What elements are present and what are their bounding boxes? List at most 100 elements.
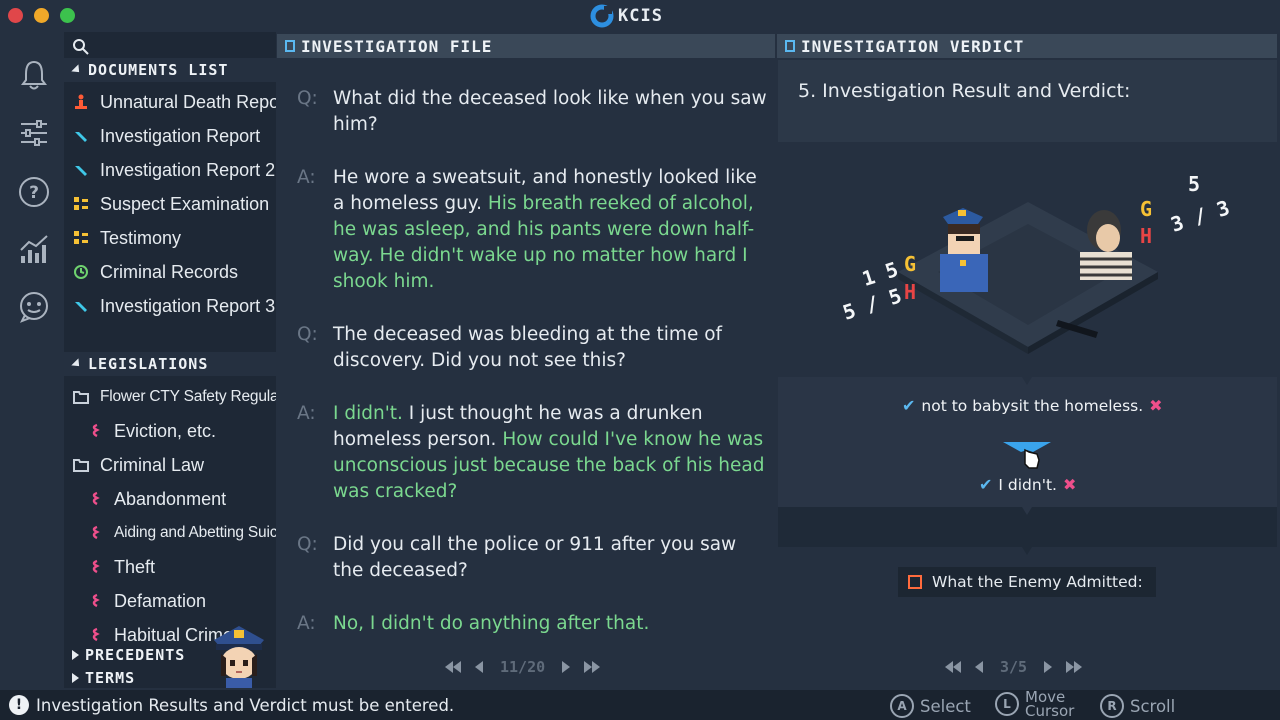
law-icon <box>92 627 100 642</box>
verdict-pager: 3/5 <box>940 658 1087 676</box>
document-item-icon <box>72 93 90 111</box>
document-item-label: Suspect Examination <box>100 193 270 214</box>
suspect-stat-top: 5 <box>1188 172 1201 196</box>
first-page-button[interactable] <box>440 658 466 676</box>
clock-icon <box>74 265 88 279</box>
qa-text: He wore a sweatsuit, and honestly looked… <box>333 165 767 295</box>
qa-text: What did the deceased look like when you… <box>333 86 767 138</box>
document-icon <box>785 40 795 52</box>
bell-icon[interactable] <box>17 58 51 92</box>
document-item[interactable]: Investigation Report 3 <box>72 291 275 321</box>
prev-page-button[interactable] <box>966 658 992 676</box>
investigation-file-panel: INVESTIGATION FILE Q: What did the deceas… <box>277 32 775 688</box>
document-item[interactable]: Unnatural Death Report <box>72 87 276 117</box>
last-page-button[interactable] <box>1061 658 1087 676</box>
legislation-folder[interactable]: Criminal Law <box>72 450 204 480</box>
close-window-button[interactable] <box>8 8 23 23</box>
law-icon <box>92 559 100 574</box>
investigation-verdict-panel: INVESTIGATION VERDICT 5. Investigation R… <box>777 32 1280 688</box>
documents-list-header[interactable]: DOCUMENTS LIST <box>64 58 276 82</box>
legislation-item-label: Eviction, etc. <box>114 420 217 441</box>
remove-icon[interactable]: ✖ <box>1063 475 1076 494</box>
document-item-icon <box>72 297 90 315</box>
folder-icon <box>73 459 89 472</box>
chat-icon[interactable] <box>17 290 51 324</box>
highlighted-text[interactable]: I didn't. <box>333 403 403 424</box>
qa-label: Q: <box>297 324 318 345</box>
legislation-item-icon <box>86 524 104 542</box>
plain-text: The deceased was bleeding at the time of… <box>333 324 723 371</box>
prev-page-icon <box>475 661 483 673</box>
checkbox-icon[interactable] <box>908 575 922 589</box>
document-item[interactable]: Investigation Report 2 <box>72 155 275 185</box>
first-page-button[interactable] <box>940 658 966 676</box>
enemy-admitted-field[interactable]: What the Enemy Admitted: <box>898 567 1156 597</box>
pen-icon <box>75 166 87 176</box>
confrontation-scene: 1 5 5 / 5 G H G H 5 3 / 3 <box>778 142 1277 377</box>
answer-entry: A: No, I didn't do anything after that. <box>297 611 767 637</box>
next-page-button[interactable] <box>1035 658 1061 676</box>
investigation-verdict-title: INVESTIGATION VERDICT <box>801 36 1025 56</box>
legislation-item-icon <box>86 626 104 644</box>
next-page-icon <box>562 661 571 673</box>
sliders-icon[interactable] <box>17 116 51 150</box>
legislation-item[interactable]: Theft <box>86 552 155 582</box>
question-entry: Q: The deceased was bleeding at the time … <box>297 322 767 374</box>
qa-label: A: <box>297 167 316 188</box>
qa-text: I didn't. I just thought he was a drunke… <box>333 401 767 505</box>
last-page-button[interactable] <box>579 658 605 676</box>
control-hint-label: Move Cursor <box>1025 688 1075 720</box>
pointer-arrow-icon <box>1022 547 1032 555</box>
help-icon[interactable]: ? <box>17 175 51 209</box>
control-hint-label: Scroll <box>1130 696 1176 716</box>
qa-text: Did you call the police or 911 after you… <box>333 532 767 584</box>
legislation-item[interactable]: Eviction, etc. <box>86 416 216 446</box>
document-item-label: Investigation Report 3 <box>100 295 276 316</box>
qa-label: A: <box>297 403 316 424</box>
check-icon[interactable]: ✔ <box>979 475 992 494</box>
investigation-file-header: INVESTIGATION FILE <box>277 34 775 58</box>
legislation-item-label: Defamation <box>114 590 207 611</box>
highlighted-text[interactable]: No, I didn't do anything after that. <box>333 613 649 634</box>
remove-icon[interactable]: ✖ <box>1149 396 1162 415</box>
legislations-header[interactable]: LEGISLATIONS <box>64 352 276 376</box>
answer-option-2-text: I didn't. <box>998 475 1057 494</box>
legislation-item[interactable]: Abandonment <box>86 484 226 514</box>
officer-h-label: H <box>904 280 917 304</box>
terms-title: TERMS <box>85 669 136 687</box>
prev-page-icon <box>975 661 983 673</box>
verdict-heading: 5. Investigation Result and Verdict: <box>798 80 1131 102</box>
check-icon[interactable]: ✔ <box>902 396 915 415</box>
officer-g-label: G <box>904 252 917 276</box>
answer-option-1[interactable]: ✔ not to babysit the homeless. ✖ <box>902 396 1163 415</box>
legislation-item-icon <box>86 558 104 576</box>
legislation-item[interactable]: Aiding and Abetting Suicide <box>86 518 276 548</box>
icon-rail: ? <box>0 32 64 688</box>
document-item[interactable]: Suspect Examination <box>72 189 269 219</box>
document-item-icon <box>72 127 90 145</box>
next-page-button[interactable] <box>553 658 579 676</box>
document-item-icon <box>72 195 90 213</box>
document-item-icon <box>72 161 90 179</box>
law-icon <box>92 423 100 438</box>
collapse-icon <box>71 64 83 76</box>
sidebar: DOCUMENTS LIST Unnatural Death Report Inv… <box>64 32 276 688</box>
prev-page-button[interactable] <box>466 658 492 676</box>
legislation-item[interactable]: Defamation <box>86 586 206 616</box>
search-icon[interactable] <box>72 38 90 56</box>
answer-option-2[interactable]: ✔ I didn't. ✖ <box>979 475 1076 494</box>
legislation-item-label: Criminal Law <box>100 454 205 475</box>
chart-icon[interactable] <box>17 232 51 266</box>
document-item[interactable]: Criminal Records <box>72 257 238 287</box>
investigation-file-title: INVESTIGATION FILE <box>301 36 493 56</box>
alert-icon: ! <box>9 695 29 715</box>
document-item[interactable]: Investigation Report <box>72 121 260 151</box>
maximize-window-button[interactable] <box>60 8 75 23</box>
document-item[interactable]: Testimony <box>72 223 181 253</box>
legislation-folder[interactable]: Flower CTY Safety Regulations <box>72 382 276 412</box>
document-icon <box>285 40 295 52</box>
answer-entry: A: He wore a sweatsuit, and honestly look… <box>297 165 767 295</box>
minimize-window-button[interactable] <box>34 8 49 23</box>
enemy-admitted-label: What the Enemy Admitted: <box>932 573 1143 591</box>
legislations-title: LEGISLATIONS <box>88 355 209 373</box>
